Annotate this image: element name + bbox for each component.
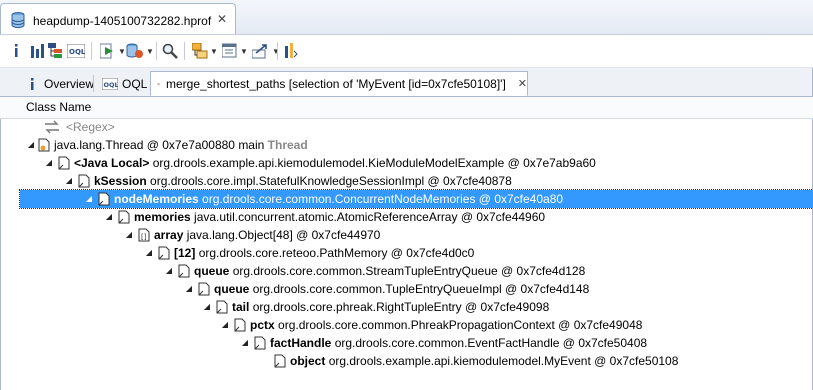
toolbar-separator xyxy=(91,42,92,60)
object-icon xyxy=(274,354,286,373)
svg-text:OQL: OQL xyxy=(104,81,119,89)
field-name: array xyxy=(154,228,184,242)
field-name: <Java Local> xyxy=(74,156,150,170)
class-desc: org.drools.core.common.ConcurrentNodeMem… xyxy=(202,192,564,206)
svg-text:OQL: OQL xyxy=(69,48,85,56)
tree-row-pctx[interactable]: ◢ pctx org.drools.core.common.PhreakProp… xyxy=(20,316,813,334)
info-icon[interactable] xyxy=(12,43,20,59)
field-name: queue xyxy=(194,264,230,278)
toolbar-separator xyxy=(156,42,157,60)
query-browser-icon[interactable]: ▼ xyxy=(126,43,154,59)
expanded-arrow-icon[interactable]: ◢ xyxy=(44,154,54,172)
close-icon[interactable]: ✕ xyxy=(217,13,227,25)
thread-desc: java.lang.Thread @ 0x7e7a00880 main xyxy=(54,138,265,152)
column-header-class-name[interactable]: Class Name xyxy=(0,97,813,119)
tree-row-queue[interactable]: ◢ queue org.drools.core.common.StreamTup… xyxy=(20,262,813,280)
editor-tab-heapdump[interactable]: heapdump-1405100732282.hprof ✕ xyxy=(0,3,236,34)
expanded-arrow-icon[interactable]: ◢ xyxy=(84,190,94,208)
expanded-arrow-icon[interactable]: ◢ xyxy=(240,334,250,352)
field-name: [12] xyxy=(174,246,196,260)
expanded-arrow-icon[interactable]: ◢ xyxy=(144,244,154,262)
field-name: queue xyxy=(214,282,250,296)
tree-row-queue-impl[interactable]: ◢ queue org.drools.core.common.TupleEntr… xyxy=(20,280,813,298)
expanded-arrow-icon[interactable]: ◢ xyxy=(104,208,114,226)
class-desc: org.drools.core.reteoo.PathMemory @ 0x7c… xyxy=(198,246,475,260)
class-desc: org.drools.example.api.kiemodulemodel.My… xyxy=(328,354,679,368)
expanded-arrow-icon[interactable]: ◢ xyxy=(26,136,36,154)
class-desc: org.drools.example.api.kiemodulemodel.Ki… xyxy=(152,156,596,170)
field-name: factHandle xyxy=(270,336,332,350)
class-desc: org.drools.core.common.PhreakPropagation… xyxy=(278,318,643,332)
expanded-arrow-icon[interactable]: ◢ xyxy=(164,262,174,280)
calculate-retained-icon[interactable]: ▼ xyxy=(222,43,248,59)
class-desc: org.drools.core.common.TupleEntryQueueIm… xyxy=(252,282,590,296)
svg-text:[]: [] xyxy=(141,233,147,241)
tree-row-index-12[interactable]: ◢ [12] org.drools.core.reteoo.PathMemory… xyxy=(20,244,813,262)
tab-overview[interactable]: Overview xyxy=(22,71,94,96)
field-name: object xyxy=(290,354,326,368)
tree-row-tail[interactable]: ◢ tail org.drools.core.phreak.RightTuple… xyxy=(20,298,813,316)
tab-oql[interactable]: OQL OQL xyxy=(96,71,150,96)
class-desc: org.drools.core.common.StreamTupleEntryQ… xyxy=(232,264,586,278)
field-name: tail xyxy=(232,300,250,314)
class-desc: org.drools.core.phreak.RightTupleEntry @… xyxy=(252,300,550,314)
expanded-arrow-icon[interactable]: ◢ xyxy=(184,280,194,298)
class-desc: org.drools.core.impl.StatefulKnowledgeSe… xyxy=(150,174,512,188)
tree-row-java-local[interactable]: ◢ <Java Local> org.drools.example.api.ki… xyxy=(20,154,813,172)
tree-row-ksession[interactable]: ◢ kSession org.drools.core.impl.Stateful… xyxy=(20,172,813,190)
run-report-icon[interactable]: ▼ xyxy=(100,43,126,59)
path-tree-icon xyxy=(157,82,160,85)
close-icon[interactable]: ✕ xyxy=(518,77,527,90)
tab-overview-label: Overview xyxy=(43,76,94,91)
field-name: pctx xyxy=(250,318,275,332)
tree-row-facthandle[interactable]: ◢ factHandle org.drools.core.common.Even… xyxy=(20,334,813,352)
tab-merge-shortest-paths[interactable]: merge_shortest_paths [selection of 'MyEv… xyxy=(150,71,528,96)
editor-tab-label: heapdump-1405100732282.hprof xyxy=(33,14,212,28)
class-desc: java.util.concurrent.atomic.AtomicRefere… xyxy=(194,210,546,224)
toolbar: OQL ▼ ▼ ▼ ▼ ▼ xyxy=(0,35,813,68)
export-icon[interactable]: ▼ xyxy=(252,43,280,59)
field-name: memories xyxy=(134,210,191,224)
pin-icon[interactable] xyxy=(284,43,298,59)
field-name: nodeMemories xyxy=(114,192,199,206)
search-icon[interactable] xyxy=(162,43,178,59)
dominator-tree-icon[interactable] xyxy=(48,43,64,59)
editor-tab-bar: heapdump-1405100732282.hprof ✕ xyxy=(0,0,813,35)
tab-merge-label: merge_shortest_paths [selection of 'MyEv… xyxy=(166,76,506,91)
view-tab-bar: Overview OQL OQL merge_shortest_paths [s… xyxy=(0,68,813,97)
expanded-arrow-icon[interactable]: ◢ xyxy=(220,316,230,334)
tree-row-memories[interactable]: ◢ memories java.util.concurrent.atomic.A… xyxy=(20,208,813,226)
info-icon xyxy=(30,77,34,90)
expanded-arrow-icon[interactable]: ◢ xyxy=(124,226,134,244)
tree-row-object[interactable]: object org.drools.example.api.kiemodulem… xyxy=(20,352,813,370)
expanded-arrow-icon[interactable]: ◢ xyxy=(202,298,212,316)
database-icon xyxy=(11,12,25,31)
oql-icon: OQL xyxy=(102,77,119,90)
tree-row-array[interactable]: ◢ [] array java.lang.Object[48] @ 0x7cfe… xyxy=(20,226,813,244)
tree-row-thread[interactable]: ◢ java.lang.Thread @ 0x7e7a00880 main Th… xyxy=(20,136,813,154)
panel-border xyxy=(0,97,1,390)
column-header-label: Class Name xyxy=(26,100,92,114)
thread-suffix: Thread xyxy=(267,138,308,152)
toolbar-separator xyxy=(184,42,185,60)
group-by-icon[interactable]: ▼ xyxy=(192,43,218,59)
oql-icon[interactable]: OQL xyxy=(67,43,85,59)
field-name: kSession xyxy=(94,174,147,188)
expanded-arrow-icon[interactable]: ◢ xyxy=(64,172,74,190)
histogram-icon[interactable] xyxy=(30,43,44,59)
regex-placeholder: <Regex> xyxy=(66,120,115,134)
toolbar-separator xyxy=(277,42,278,60)
tree-row-nodememories[interactable]: ◢ nodeMemories org.drools.core.common.Co… xyxy=(19,189,813,209)
tab-oql-label: OQL xyxy=(122,76,148,91)
tree-row-regex[interactable]: <Regex> xyxy=(20,118,813,136)
class-desc: org.drools.core.common.EventFactHandle @… xyxy=(334,336,648,350)
class-desc: java.lang.Object[48] @ 0x7cfe44970 xyxy=(186,228,381,242)
